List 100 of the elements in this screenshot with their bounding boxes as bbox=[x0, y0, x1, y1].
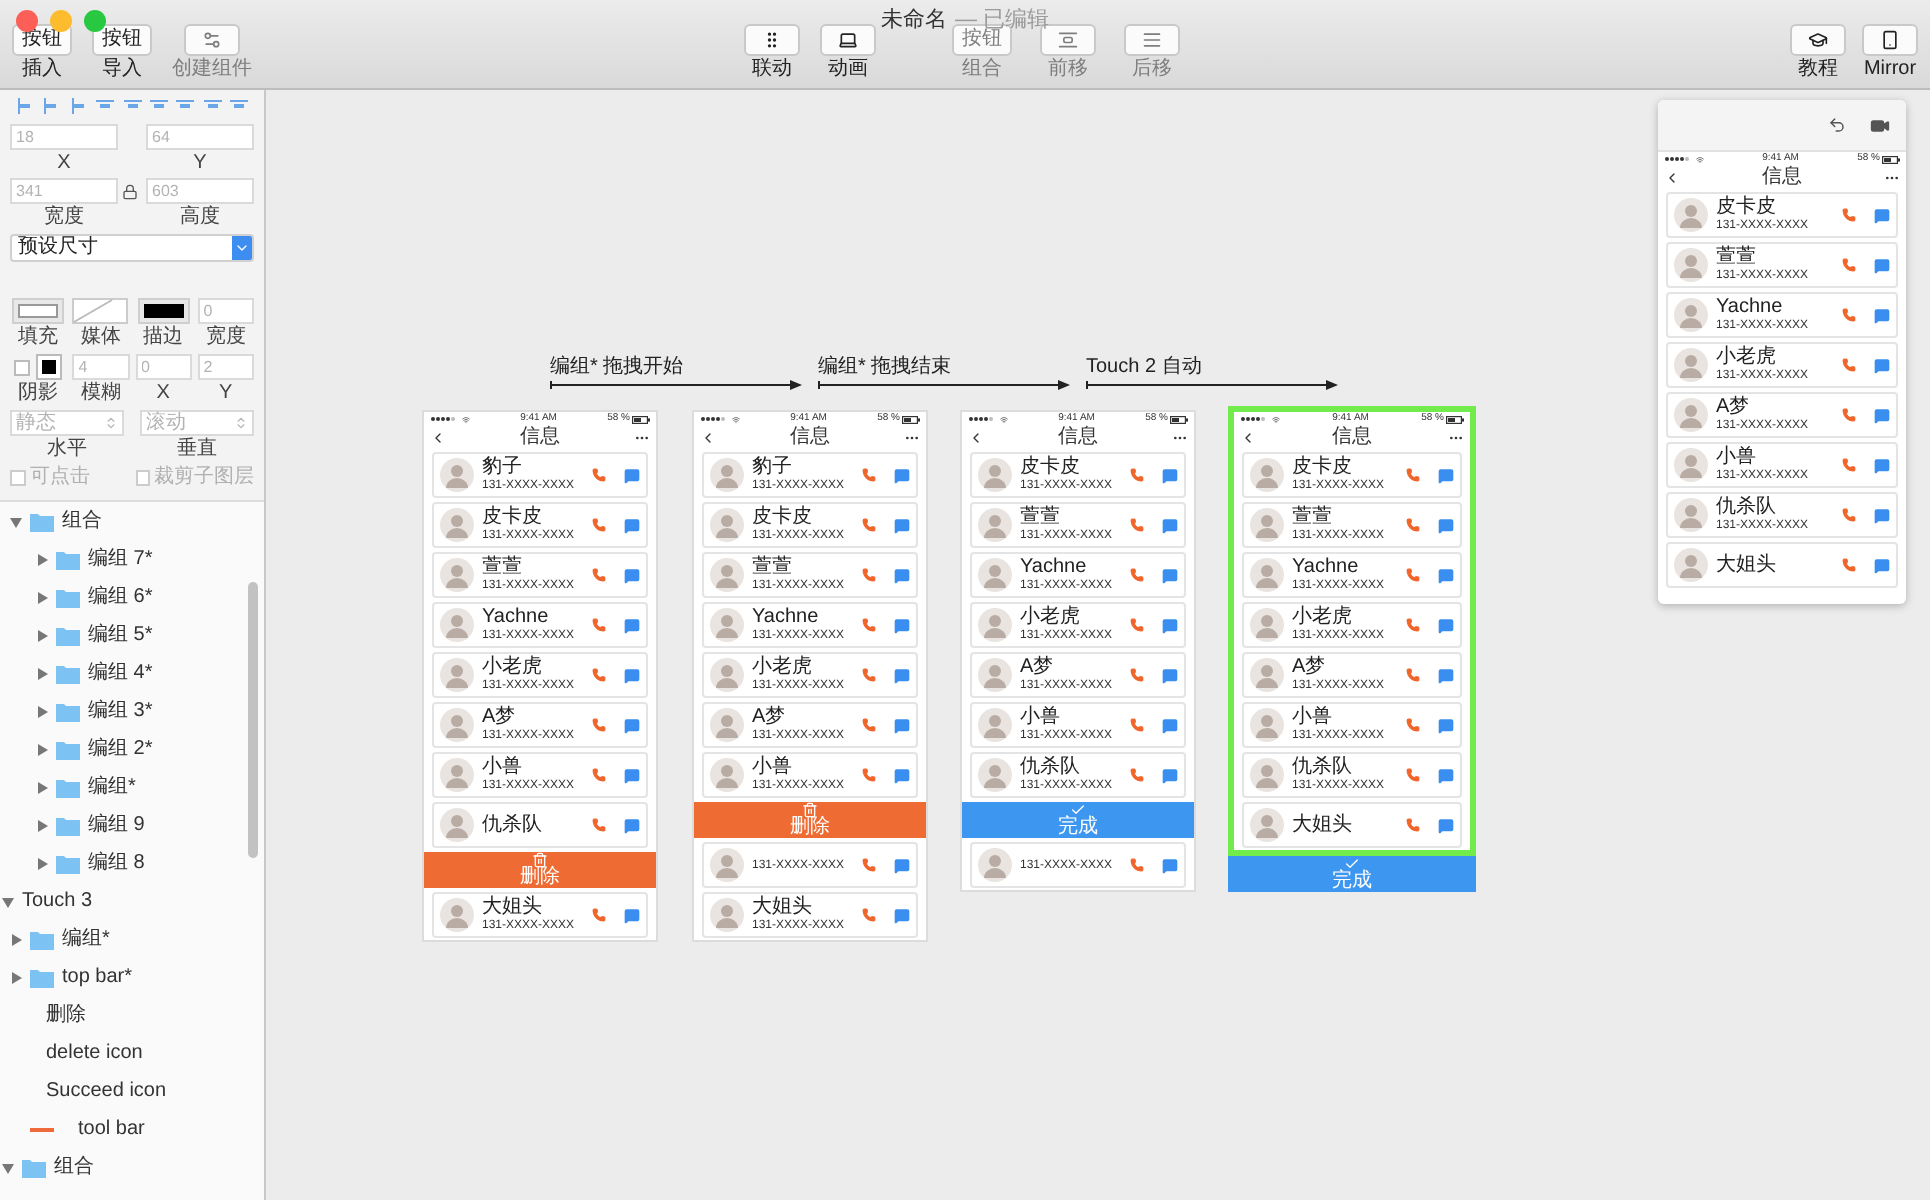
layer-item[interactable]: Succeed icon bbox=[0, 1072, 244, 1110]
align-icon[interactable] bbox=[16, 98, 34, 114]
call-icon[interactable] bbox=[1130, 858, 1144, 872]
call-icon[interactable] bbox=[1130, 618, 1144, 632]
message-icon[interactable] bbox=[894, 517, 910, 533]
undo-icon[interactable] bbox=[1828, 116, 1846, 134]
toolbar-button[interactable] bbox=[744, 24, 800, 56]
disclosure-icon[interactable] bbox=[35, 857, 47, 869]
layer-item[interactable]: 组合 bbox=[0, 502, 244, 540]
message-icon[interactable] bbox=[1874, 407, 1890, 423]
align-icon[interactable] bbox=[42, 98, 61, 114]
message-icon[interactable] bbox=[1438, 617, 1454, 633]
checkbox[interactable] bbox=[10, 470, 26, 486]
message-icon[interactable] bbox=[1438, 717, 1454, 733]
message-icon[interactable] bbox=[1438, 817, 1454, 833]
call-icon[interactable] bbox=[592, 618, 606, 632]
align-icon[interactable] bbox=[176, 98, 195, 114]
back-icon[interactable] bbox=[430, 430, 446, 446]
layer-item[interactable]: 编组 8 bbox=[0, 844, 244, 882]
call-icon[interactable] bbox=[862, 668, 876, 682]
lock-icon[interactable] bbox=[122, 184, 138, 200]
message-icon[interactable] bbox=[1874, 507, 1890, 523]
align-icon[interactable] bbox=[230, 98, 248, 114]
call-icon[interactable] bbox=[1130, 668, 1144, 682]
message-icon[interactable] bbox=[894, 767, 910, 783]
disclosure-icon[interactable] bbox=[35, 743, 47, 755]
message-icon[interactable] bbox=[894, 907, 910, 923]
message-icon[interactable] bbox=[1162, 857, 1178, 873]
layer-item[interactable]: delete icon bbox=[0, 1034, 244, 1072]
call-icon[interactable] bbox=[1842, 308, 1856, 322]
contact-card[interactable]: 大姐头 bbox=[1666, 542, 1898, 588]
call-icon[interactable] bbox=[1406, 718, 1420, 732]
call-icon[interactable] bbox=[1406, 468, 1420, 482]
disclosure-icon[interactable] bbox=[35, 667, 47, 679]
call-icon[interactable] bbox=[1130, 768, 1144, 782]
video-icon[interactable] bbox=[1870, 115, 1890, 135]
message-icon[interactable] bbox=[1162, 617, 1178, 633]
call-icon[interactable] bbox=[1130, 718, 1144, 732]
media-swatch[interactable] bbox=[72, 298, 129, 324]
call-icon[interactable] bbox=[1842, 558, 1856, 572]
layer-item[interactable]: 编组 5* bbox=[0, 616, 244, 654]
close-icon[interactable] bbox=[16, 10, 38, 32]
message-icon[interactable] bbox=[624, 817, 640, 833]
contact-card[interactable]: 仇杀队 bbox=[432, 802, 648, 848]
call-icon[interactable] bbox=[1406, 568, 1420, 582]
call-icon[interactable] bbox=[592, 718, 606, 732]
message-icon[interactable] bbox=[624, 517, 640, 533]
toolbar-button[interactable]: 按钮 bbox=[92, 24, 152, 56]
scrollbar[interactable] bbox=[248, 582, 258, 858]
layer-item[interactable]: tool bar bbox=[0, 1110, 244, 1148]
message-icon[interactable] bbox=[1438, 767, 1454, 783]
disclosure-icon[interactable] bbox=[35, 591, 47, 603]
message-icon[interactable] bbox=[1438, 517, 1454, 533]
align-icon[interactable] bbox=[149, 98, 168, 114]
message-icon[interactable] bbox=[1438, 667, 1454, 683]
disclosure-icon[interactable] bbox=[9, 515, 21, 527]
back-icon[interactable] bbox=[968, 430, 984, 446]
layer-item[interactable]: 编组 6* bbox=[0, 578, 244, 616]
call-icon[interactable] bbox=[1406, 768, 1420, 782]
align-icon[interactable] bbox=[203, 98, 222, 114]
message-icon[interactable] bbox=[624, 467, 640, 483]
minimize-icon[interactable] bbox=[50, 10, 72, 32]
message-icon[interactable] bbox=[1162, 717, 1178, 733]
message-icon[interactable] bbox=[894, 567, 910, 583]
call-icon[interactable] bbox=[1130, 568, 1144, 582]
call-icon[interactable] bbox=[1406, 618, 1420, 632]
message-icon[interactable] bbox=[1874, 557, 1890, 573]
checkbox[interactable] bbox=[14, 359, 31, 375]
align-icon[interactable] bbox=[96, 98, 115, 114]
back-icon[interactable] bbox=[1240, 430, 1256, 446]
disclosure-icon[interactable] bbox=[35, 553, 47, 565]
message-icon[interactable] bbox=[624, 717, 640, 733]
message-icon[interactable] bbox=[1874, 357, 1890, 373]
disclosure-icon[interactable] bbox=[35, 819, 47, 831]
message-icon[interactable] bbox=[894, 667, 910, 683]
layer-item[interactable]: 编组* bbox=[0, 768, 244, 806]
message-icon[interactable] bbox=[1874, 207, 1890, 223]
call-icon[interactable] bbox=[592, 568, 606, 582]
toolbar-button[interactable] bbox=[1862, 24, 1918, 56]
call-icon[interactable] bbox=[1842, 408, 1856, 422]
call-icon[interactable] bbox=[1130, 518, 1144, 532]
message-icon[interactable] bbox=[624, 667, 640, 683]
call-icon[interactable] bbox=[1842, 208, 1856, 222]
call-icon[interactable] bbox=[862, 468, 876, 482]
call-icon[interactable] bbox=[862, 518, 876, 532]
layer-item[interactable]: 组合 bbox=[0, 1148, 244, 1186]
call-icon[interactable] bbox=[1130, 468, 1144, 482]
call-icon[interactable] bbox=[1842, 258, 1856, 272]
call-icon[interactable] bbox=[1842, 508, 1856, 522]
message-icon[interactable] bbox=[624, 767, 640, 783]
call-icon[interactable] bbox=[1406, 518, 1420, 532]
call-icon[interactable] bbox=[1406, 818, 1420, 832]
align-icon[interactable] bbox=[69, 98, 88, 114]
stroke-swatch[interactable] bbox=[137, 298, 190, 324]
call-icon[interactable] bbox=[592, 468, 606, 482]
toolbar-button[interactable] bbox=[1790, 24, 1846, 56]
disclosure-icon[interactable] bbox=[1, 1161, 13, 1173]
contact-card[interactable]: 大姐头 bbox=[1242, 802, 1462, 848]
call-icon[interactable] bbox=[862, 618, 876, 632]
message-icon[interactable] bbox=[894, 617, 910, 633]
